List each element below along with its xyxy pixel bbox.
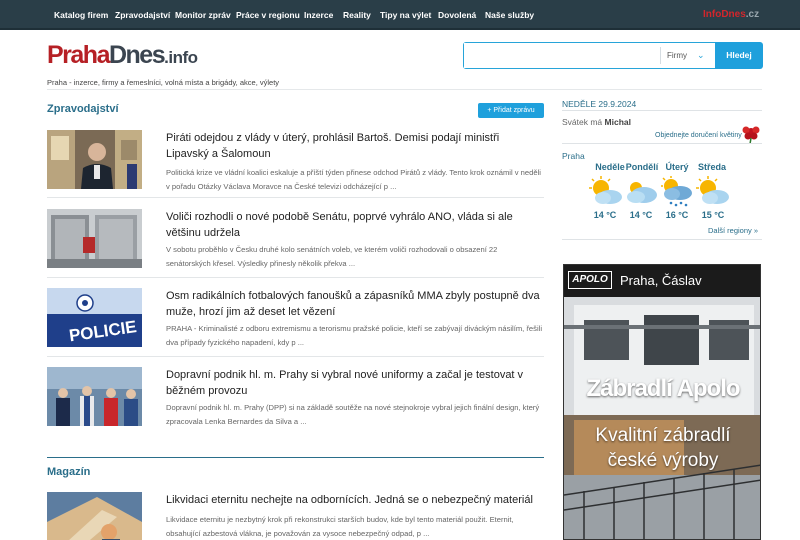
nameday-prefix: Svátek má	[562, 117, 603, 127]
search-input[interactable]	[464, 43, 659, 68]
sidebar-divider	[562, 239, 762, 240]
ad-subtitle-line1: Kvalitní zábradlí	[595, 425, 731, 446]
nav-item-zpravodajstvi[interactable]: Zpravodajství	[115, 0, 170, 30]
news-article[interactable]: Dopravní podnik hl. m. Prahy si vybral n…	[47, 367, 544, 427]
article-perex: PRAHA - Kriminalisté z odboru extremismu…	[166, 324, 543, 347]
weather-city: Praha	[562, 151, 585, 161]
article-perex: Dopravní podnik hl. m. Prahy (DPP) si na…	[166, 403, 540, 426]
article-perex: Likvidace eternitu je nezbytný krok při …	[166, 515, 514, 538]
article-thumbnail[interactable]	[47, 367, 142, 426]
weather-day: Středa	[697, 162, 726, 172]
cloud-icon	[627, 182, 657, 203]
header-divider	[47, 89, 762, 90]
search-category-value: Firmy	[667, 51, 687, 60]
article-title[interactable]: Likvidaci eternitu nechejte na odbornící…	[166, 492, 544, 508]
article-title[interactable]: Dopravní podnik hl. m. Prahy si vybral n…	[166, 367, 544, 399]
sidebar-divider	[562, 143, 762, 144]
sidebar-divider	[562, 110, 762, 111]
nav-item-tipy-na-vylet[interactable]: Tipy na výlet	[380, 0, 431, 30]
article-perex: V sobotu proběhlo v Česku druhé kolo sen…	[166, 245, 498, 268]
article-perex: Politická krize ve vládní koalici eskalu…	[166, 168, 541, 191]
magazine-divider	[47, 457, 544, 458]
nav-item-reality[interactable]: Reality	[343, 0, 371, 30]
infodnes-brand-link[interactable]: InfoDnes.cz	[703, 9, 759, 20]
article-title[interactable]: Voliči rozhodli o nové podobě Senátu, po…	[166, 209, 544, 241]
sun-cloud-icon	[589, 176, 622, 204]
logo-dnes: Dnes	[108, 41, 166, 69]
nameday: Svátek má Michal	[562, 117, 631, 127]
sun-rain-icon	[661, 176, 692, 207]
article-thumbnail[interactable]: POLICIE	[47, 288, 142, 347]
site-logo[interactable]: PrahaDnes.info	[47, 40, 198, 73]
article-divider	[47, 356, 544, 357]
nav-item-nase-sluzby[interactable]: Naše služby	[485, 0, 534, 30]
add-news-button[interactable]: + Přidat zprávu	[478, 103, 544, 118]
nav-item-katalog-firem[interactable]: Katalog firem	[54, 0, 108, 30]
ad-logo: APOLO	[568, 271, 612, 289]
nameday-name: Michal	[604, 117, 631, 127]
nav-item-dovolena[interactable]: Dovolená	[438, 0, 476, 30]
news-article[interactable]: POLICIE Osm radikálních fotbalových fano…	[47, 288, 544, 348]
flower-icon	[742, 126, 760, 144]
site-tagline: Praha - inzerce, firmy a řemeslníci, vol…	[47, 78, 280, 87]
logo-info: .info	[164, 48, 198, 67]
top-navigation: Katalog firem Zpravodajství Monitor zprá…	[0, 0, 800, 30]
news-heading[interactable]: Zpravodajství	[47, 103, 119, 115]
article-divider	[47, 277, 544, 278]
ad-title: Zábradlí Apolo	[586, 375, 740, 402]
ad-city: Praha, Čáslav	[620, 273, 702, 288]
brand-name: InfoDnes	[703, 9, 746, 20]
sun-cloud-icon	[696, 176, 729, 204]
ad-subtitle-line2: české výroby	[607, 450, 719, 471]
article-thumbnail[interactable]	[47, 130, 142, 189]
article-title[interactable]: Piráti odejdou z vlády v úterý, prohlási…	[166, 130, 544, 162]
magazine-article[interactable]: Likvidaci eternitu nechejte na odbornící…	[47, 492, 544, 540]
nav-item-prace-v-regionu[interactable]: Práce v regionu	[236, 0, 300, 30]
current-date: NEDĚLE 29.9.2024	[562, 99, 637, 109]
article-title[interactable]: Osm radikálních fotbalových fanoušků a z…	[166, 288, 544, 320]
advertisement-banner[interactable]: APOLO Praha, Čáslav Zábradlí Apolo Kvali…	[563, 264, 761, 540]
chevron-down-icon: ⌄	[697, 50, 705, 60]
brand-tld: .cz	[745, 9, 760, 20]
logo-praha: Praha	[47, 41, 110, 69]
news-article[interactable]: Voliči rozhodli o nové podobě Senátu, po…	[47, 209, 544, 269]
nav-item-monitor-zprav[interactable]: Monitor zpráv	[175, 0, 231, 30]
magazine-heading[interactable]: Magazín	[47, 466, 90, 478]
article-divider	[47, 197, 544, 198]
nav-item-inzerce[interactable]: Inzerce	[304, 0, 333, 30]
weather-temperature: 15 °C	[701, 210, 725, 220]
other-regions-link[interactable]: Další regiony »	[708, 226, 758, 235]
search-category-select[interactable]: Firmy ⌄	[660, 47, 715, 64]
flowers-delivery-link[interactable]: Objednejte doručení květiny	[655, 132, 742, 139]
article-thumbnail[interactable]	[47, 209, 142, 268]
search-button[interactable]: Hledej	[715, 42, 763, 69]
news-article[interactable]: Piráti odejdou z vlády v úterý, prohlási…	[47, 130, 544, 191]
article-thumbnail[interactable]	[47, 492, 142, 540]
search-form: Firmy ⌄ Hledej	[463, 42, 763, 69]
